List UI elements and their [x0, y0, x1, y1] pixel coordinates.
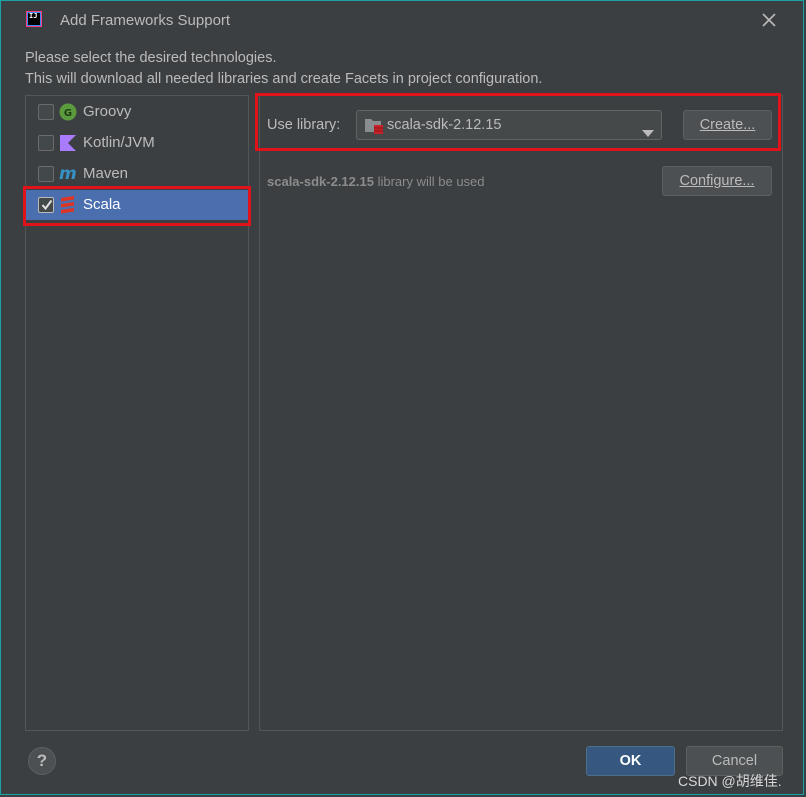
kotlin-checkbox[interactable] [38, 135, 54, 151]
highlight-box-scala [23, 186, 251, 226]
framework-label: Groovy [83, 103, 132, 120]
library-note: scala-sdk-2.12.15 library will be used [267, 174, 485, 189]
maven-icon: m [59, 164, 77, 184]
library-note-name: scala-sdk-2.12.15 [267, 174, 374, 189]
dialog-window: IJ Add Frameworks Support Please select … [0, 0, 804, 795]
csdn-watermark: CSDN @胡维佳. [678, 773, 782, 789]
intro-line-1: Please select the desired technologies. [25, 50, 277, 66]
framework-label: Maven [83, 165, 129, 182]
help-button[interactable]: ? [28, 747, 56, 775]
svg-text:G: G [64, 108, 72, 119]
close-icon[interactable] [760, 11, 778, 29]
intellij-app-icon: IJ [26, 11, 42, 27]
framework-item-kotlin[interactable]: Kotlin/JVM [26, 128, 248, 158]
configure-button-label: Configure... [679, 173, 755, 189]
groovy-checkbox[interactable] [38, 104, 54, 120]
ok-button[interactable]: OK [586, 746, 675, 776]
library-note-suffix: library will be used [373, 174, 485, 189]
dialog-title: Add Frameworks Support [60, 12, 231, 29]
framework-item-groovy[interactable]: G Groovy [26, 97, 248, 127]
title-bar: IJ Add Frameworks Support [1, 1, 805, 39]
intro-line-2: This will download all needed libraries … [25, 71, 543, 87]
framework-item-maven[interactable]: m Maven [26, 159, 248, 189]
configure-button[interactable]: Configure... [662, 166, 772, 196]
intro-text: Please select the desired technologies. … [25, 48, 542, 90]
svg-text:m: m [59, 165, 77, 183]
maven-checkbox[interactable] [38, 166, 54, 182]
kotlin-icon [59, 134, 77, 152]
groovy-icon: G [59, 103, 77, 121]
framework-label: Kotlin/JVM [83, 134, 155, 151]
highlight-box-library [255, 93, 781, 151]
